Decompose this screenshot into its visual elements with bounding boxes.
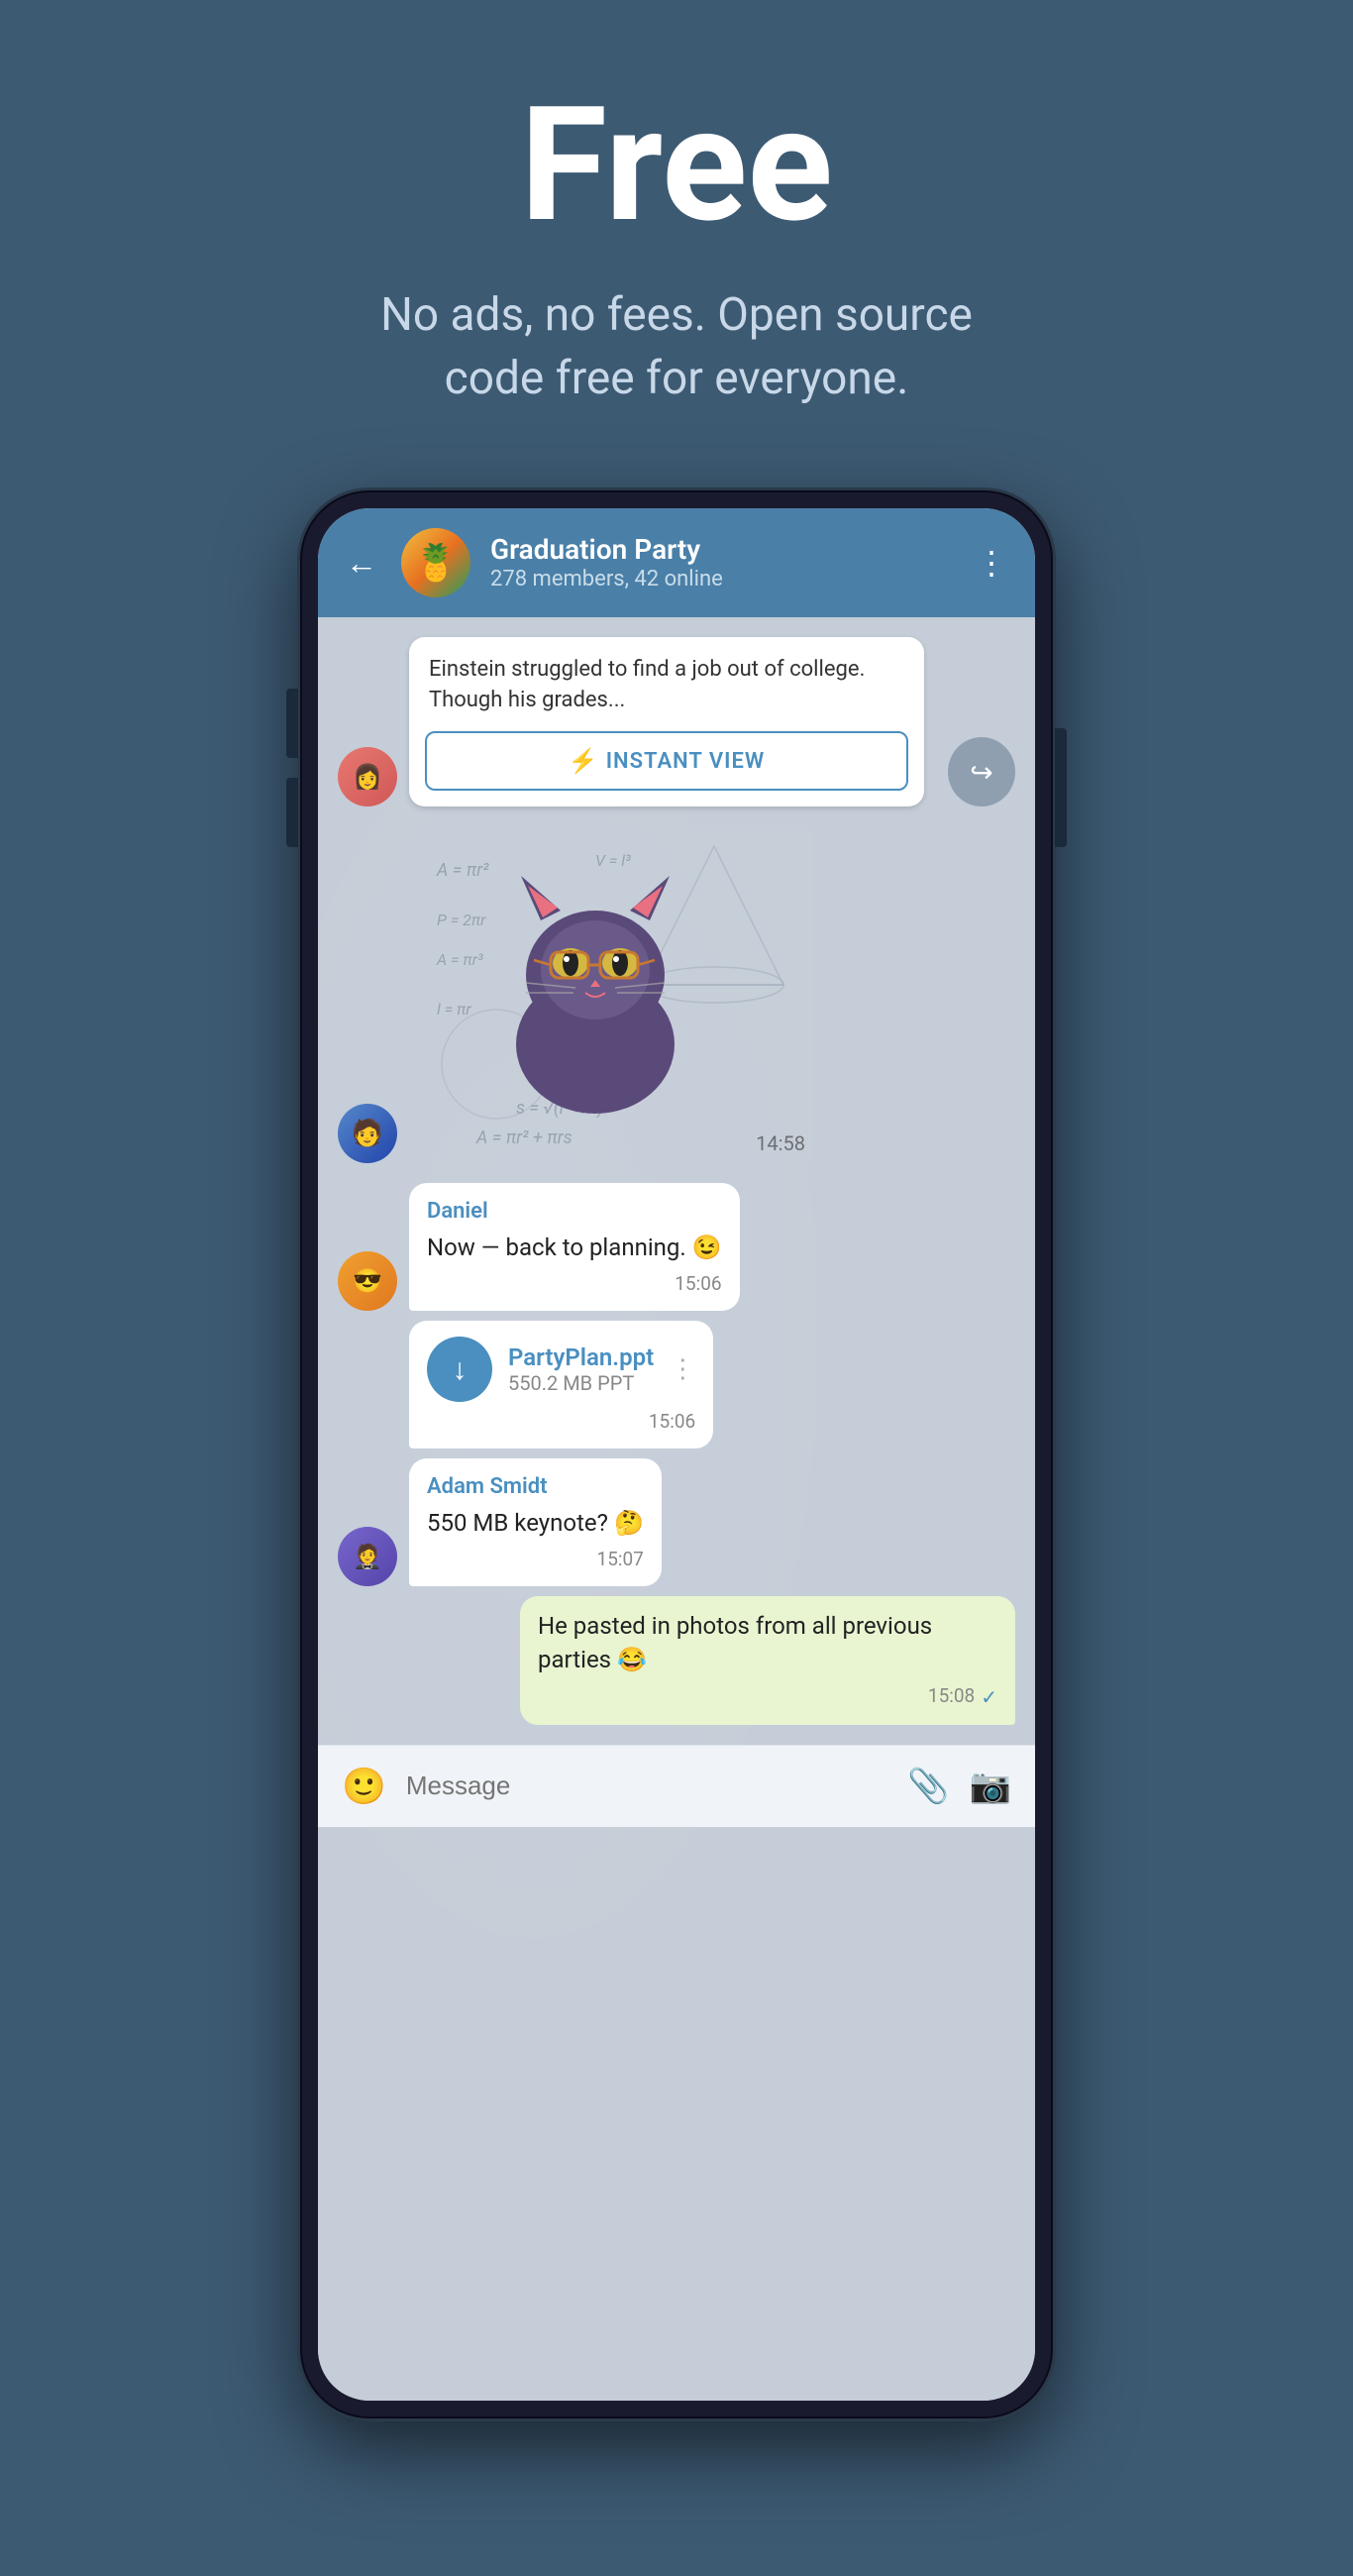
chat-header: ← 🍍 Graduation Party 278 members, 42 onl… (318, 508, 1035, 617)
emoji-button[interactable]: 🙂 (342, 1766, 386, 1807)
avatar-user2: 🧑 (338, 1104, 397, 1163)
sticker-time: 14:58 (756, 1131, 805, 1155)
attach-button[interactable]: 📎 (907, 1767, 949, 1806)
message-input[interactable] (406, 1771, 887, 1801)
avatar-user1: 👩 (338, 747, 397, 806)
camera-button[interactable]: 📷 (970, 1767, 1011, 1806)
check-icon: ✓ (981, 1683, 997, 1711)
file-info: PartyPlan.ppt 550.2 MB PPT (508, 1343, 654, 1395)
phone-frame: ← 🍍 Graduation Party 278 members, 42 onl… (300, 490, 1053, 2418)
sender-daniel: Daniel (427, 1197, 722, 1228)
time-self: 15:08 (928, 1683, 975, 1710)
text-adam: 550 MB keynote? 🤔 (427, 1507, 644, 1541)
group-info: Graduation Party 278 members, 42 online (490, 533, 956, 591)
message-row-adam: 🤵 Adam Smidt 550 MB keynote? 🤔 15:07 (318, 1458, 1035, 1586)
sticker-row: 🧑 A = πr² V = l³ P = 2πr A = πr³ (318, 816, 1035, 1173)
phone-screen: ← 🍍 Graduation Party 278 members, 42 onl… (318, 508, 1035, 2401)
sticker-container: A = πr² V = l³ P = 2πr A = πr³ s = √(r²+… (417, 826, 813, 1163)
file-download-button[interactable]: ↓ (427, 1337, 492, 1402)
svg-text:A = πr² + πrs: A = πr² + πrs (475, 1127, 572, 1148)
meta-adam: 15:07 (427, 1547, 644, 1573)
avatar-daniel: 😎 (338, 1251, 397, 1311)
file-row: ↓ PartyPlan.ppt 550.2 MB PPT ⋮ (427, 1337, 695, 1402)
message-row-self: He pasted in photos from all previous pa… (318, 1596, 1035, 1724)
meta-self: 15:08 ✓ (538, 1683, 997, 1711)
hero-section: Free No ads, no fees. Open source code f… (0, 0, 1353, 471)
more-button[interactable]: ⋮ (976, 544, 1007, 582)
bubble-adam: Adam Smidt 550 MB keynote? 🤔 15:07 (409, 1458, 662, 1586)
cat-sticker (447, 846, 744, 1124)
group-avatar: 🍍 (401, 528, 470, 597)
text-daniel: Now — back to planning. 😉 (427, 1232, 722, 1265)
group-members: 278 members, 42 online (490, 567, 956, 591)
iv-text: Einstein struggled to find a job out of … (409, 637, 924, 724)
iv-button-label: INSTANT VIEW (606, 749, 766, 774)
file-time: 15:06 (649, 1410, 695, 1433)
meta-daniel: 15:06 (427, 1271, 722, 1298)
file-meta: 15:06 (427, 1410, 695, 1433)
hero-subtitle: No ads, no fees. Open source code free f… (330, 283, 1023, 411)
group-name: Graduation Party (490, 533, 956, 567)
phone-container: ← 🍍 Graduation Party 278 members, 42 onl… (300, 490, 1053, 2418)
chat-body: 👩 Einstein struggled to find a job out o… (318, 617, 1035, 2401)
share-button[interactable]: ↪ (948, 737, 1015, 806)
sender-adam: Adam Smidt (427, 1472, 644, 1503)
back-button[interactable]: ← (346, 544, 377, 582)
message-row-iv: 👩 Einstein struggled to find a job out o… (318, 637, 1035, 807)
text-self: He pasted in photos from all previous pa… (538, 1610, 997, 1676)
hero-title: Free (520, 79, 833, 254)
message-row-file: ↓ PartyPlan.ppt 550.2 MB PPT ⋮ 15:06 (318, 1321, 1035, 1449)
file-size: 550.2 MB PPT (508, 1371, 654, 1395)
time-adam: 15:07 (597, 1547, 644, 1573)
iv-card: Einstein struggled to find a job out of … (409, 637, 924, 807)
message-row-daniel: 😎 Daniel Now — back to planning. 😉 15:06 (318, 1183, 1035, 1311)
avatar-adam: 🤵 (338, 1527, 397, 1586)
lightning-icon: ⚡ (569, 747, 598, 775)
file-name: PartyPlan.ppt (508, 1343, 654, 1371)
bubble-daniel: Daniel Now — back to planning. 😉 15:06 (409, 1183, 740, 1311)
file-menu-button[interactable]: ⋮ (670, 1354, 695, 1384)
input-bar: 🙂 📎 📷 (318, 1745, 1035, 1827)
file-bubble: ↓ PartyPlan.ppt 550.2 MB PPT ⋮ 15:06 (409, 1321, 713, 1449)
instant-view-button[interactable]: ⚡ INSTANT VIEW (425, 731, 908, 791)
time-daniel: 15:06 (675, 1271, 721, 1298)
bubble-self: He pasted in photos from all previous pa… (520, 1596, 1015, 1724)
